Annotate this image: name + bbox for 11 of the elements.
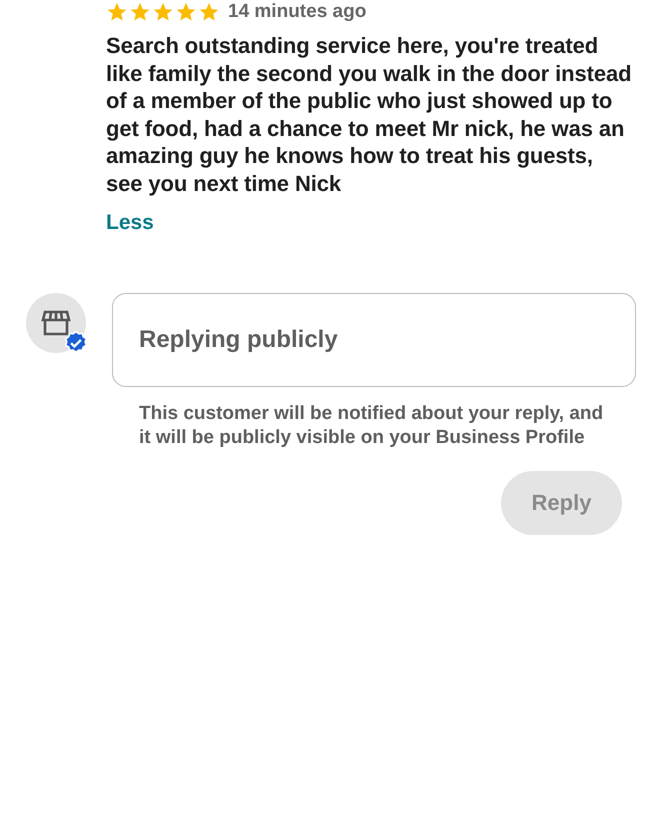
reply-notice: This customer will be notified about your reply, and it will be publicly visible on your Business Profile bbox=[139, 402, 604, 449]
star-icon bbox=[129, 1, 151, 23]
less-link[interactable]: Less bbox=[106, 211, 154, 235]
star-icon bbox=[198, 1, 220, 23]
star-icon bbox=[106, 1, 128, 23]
star-icon bbox=[175, 1, 197, 23]
review-time: 14 minutes ago bbox=[228, 1, 366, 23]
storefront-icon bbox=[41, 309, 71, 337]
star-icon bbox=[152, 1, 174, 23]
reply-field[interactable]: Replying publicly bbox=[112, 293, 636, 387]
review-text: Search outstanding service here, you're treated like family the second you walk in the door instead of a member of the public who just showed up to get food, had a chance to meet Mr nick, he was an amazing guy he knows how to treat his guests, see you next time Nick bbox=[106, 32, 632, 197]
